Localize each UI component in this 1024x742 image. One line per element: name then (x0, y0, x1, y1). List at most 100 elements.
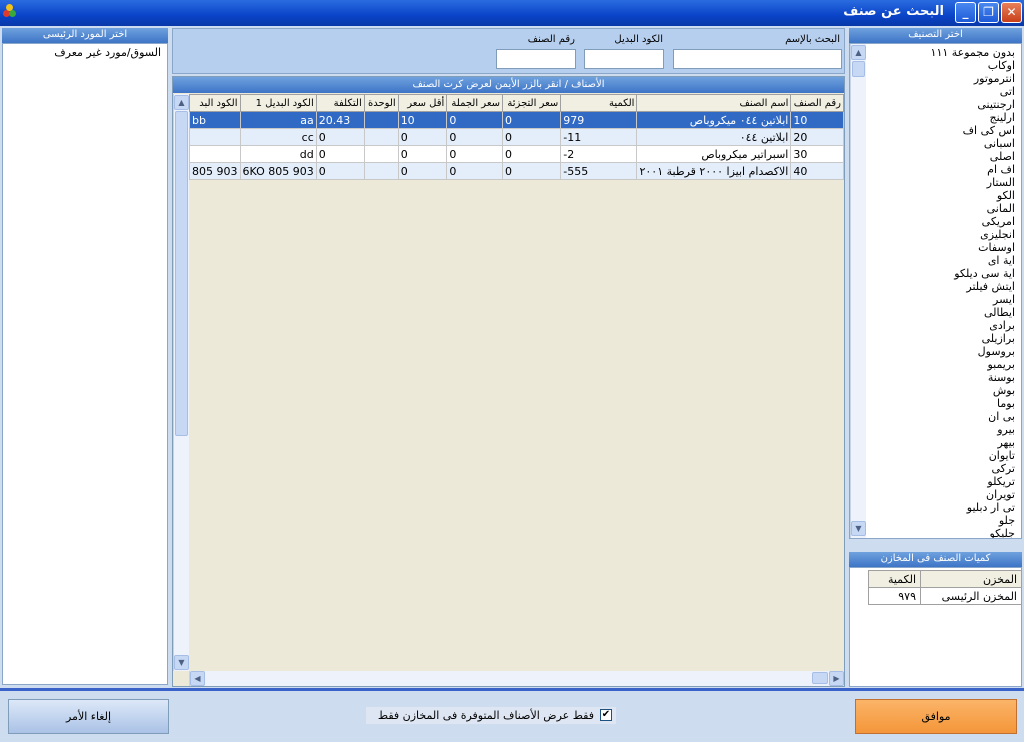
category-item[interactable]: بريمبو (866, 358, 1021, 371)
stores-col-store: المخزن (920, 570, 1022, 588)
category-item[interactable]: اف ام (866, 163, 1021, 176)
cancel-button[interactable]: إلغاء الأمر (8, 699, 169, 734)
cell-unit (363, 111, 399, 129)
category-scroll-up[interactable]: ▲ (851, 45, 866, 60)
col-cost[interactable]: التكلفة (315, 94, 365, 112)
category-item[interactable]: ارجنتينى (866, 98, 1021, 111)
category-scrollbar[interactable]: ▲ ▼ (850, 44, 866, 538)
table-row[interactable]: 805 903 6KO 805 903 0 0 0 0 -555 الاكصدام ابيزا… (189, 162, 844, 180)
category-scroll-down[interactable]: ▼ (851, 521, 866, 536)
col-item-no[interactable]: رقم الصنف (790, 94, 844, 112)
category-item[interactable]: بوما (866, 397, 1021, 410)
category-item[interactable]: اتى (866, 85, 1021, 98)
item-no-input[interactable] (496, 49, 576, 69)
stores-table-box: الكمية المخزن ٩٧٩ المخزن الرئيسى (849, 567, 1022, 687)
available-only-filter[interactable]: ✔ فقط عرض الأصناف المتوفرة فى المخازن فق… (366, 707, 616, 724)
item-no-label: رقم الصنف (527, 34, 575, 45)
table-row[interactable]: cc 0 0 0 0 -11 ابلاتين ٠٤٤ 20 (189, 128, 844, 146)
store-qty: ٩٧٩ (868, 587, 921, 605)
category-item[interactable]: اس كى اف (866, 124, 1021, 137)
bottom-bar: إلغاء الأمر ✔ فقط عرض الأصناف المتوفرة ف… (0, 688, 1024, 742)
col-wholesale[interactable]: سعر الجملة (446, 94, 504, 112)
available-only-checkbox[interactable]: ✔ (600, 709, 612, 721)
category-list[interactable]: بدون مجموعة ١١١ اوكاب انترموتور اتى ارجنتينى… (849, 43, 1022, 539)
search-name-input[interactable] (673, 49, 842, 69)
category-item[interactable]: انترموتور (866, 72, 1021, 85)
cell-qty: -555 (560, 162, 638, 180)
category-item[interactable]: برادى (866, 319, 1021, 332)
col-unit[interactable]: الوحدة (363, 94, 399, 112)
col-alt2[interactable]: الكود البد (189, 94, 241, 112)
category-item[interactable]: اية سى ديلكو (866, 267, 1021, 280)
h-scroll-thumb[interactable] (812, 672, 828, 684)
close-button[interactable]: ✕ (1001, 2, 1022, 23)
category-item[interactable]: انجليزى (866, 228, 1021, 241)
category-item[interactable]: ايتش فيلتر (866, 280, 1021, 293)
cell-cost: 20.43 (315, 111, 365, 129)
category-item[interactable]: الكو (866, 189, 1021, 202)
category-item[interactable]: بى ان (866, 410, 1021, 423)
col-retail[interactable]: سعر التجزئة (502, 94, 562, 112)
category-item[interactable]: بروسول (866, 345, 1021, 358)
search-name-label: البحث بالإسم (785, 34, 840, 45)
category-scroll-thumb[interactable] (852, 61, 865, 77)
category-item[interactable]: بوش (866, 384, 1021, 397)
category-item[interactable]: ايسر (866, 293, 1021, 306)
cell-alt2 (189, 145, 241, 163)
scroll-left-button[interactable]: ◀ (190, 671, 205, 686)
category-item[interactable]: امريكى (866, 215, 1021, 228)
stores-table: الكمية المخزن ٩٧٩ المخزن الرئيسى (868, 570, 1022, 605)
restore-button[interactable]: ❐ (978, 2, 999, 23)
category-item[interactable]: اصلى (866, 150, 1021, 163)
category-item[interactable]: بيهر (866, 436, 1021, 449)
cell-wholesale: 0 (446, 111, 504, 129)
supplier-list[interactable]: السوق/مورد غير معرف (2, 43, 168, 685)
category-item[interactable]: المانى (866, 202, 1021, 215)
alt-code-input[interactable] (584, 49, 664, 69)
category-item[interactable]: تى ار دبليو (866, 501, 1021, 514)
cell-item-no: 20 (790, 128, 844, 146)
stores-row[interactable]: ٩٧٩ المخزن الرئيسى (868, 587, 1022, 605)
grid-horizontal-scrollbar[interactable]: ◀ ▶ (189, 671, 844, 686)
stores-col-qty: الكمية (868, 570, 921, 588)
category-item[interactable]: اوسفات (866, 241, 1021, 254)
cell-wholesale: 0 (446, 145, 504, 163)
category-item[interactable]: اسبانى (866, 137, 1021, 150)
category-item[interactable]: الستار (866, 176, 1021, 189)
table-row[interactable]: dd 0 0 0 0 -2 اسبراتير ميكروباص 30 (189, 145, 844, 163)
category-item[interactable]: بدون مجموعة ١١١ (866, 46, 1021, 59)
scroll-up-button[interactable]: ▲ (174, 95, 189, 110)
cell-alt2 (189, 128, 241, 146)
grid-vertical-scrollbar[interactable]: ▲ ▼ (173, 94, 189, 671)
category-item[interactable]: تريكلو (866, 475, 1021, 488)
col-min-price[interactable]: أقل سعر (397, 94, 448, 112)
items-grid[interactable]: الأصناف / انقر بالزر الأيمن لعرض كرت الص… (172, 76, 845, 687)
table-row[interactable]: bb aa 20.43 10 0 0 979 ابلاتين ٠٤٤ ميكروباص 10 (189, 111, 844, 129)
cell-cost: 0 (315, 128, 365, 146)
scroll-right-button[interactable]: ▶ (829, 671, 844, 686)
supplier-panel-header: اختر المورد الرئيسى (2, 28, 168, 43)
items-table[interactable]: الكود البد الكود البديل 1 التكلفة الوحدة… (189, 94, 844, 180)
category-item[interactable]: تركى (866, 462, 1021, 475)
category-item[interactable]: بوسنة (866, 371, 1021, 384)
supplier-item[interactable]: السوق/مورد غير معرف (54, 46, 161, 59)
col-qty[interactable]: الكمية (560, 94, 638, 112)
scroll-thumb[interactable] (175, 111, 188, 436)
col-name[interactable]: اسم الصنف (636, 94, 792, 112)
minimize-button[interactable]: _ (955, 2, 976, 23)
category-item[interactable]: تايوان (866, 449, 1021, 462)
category-item[interactable]: بيرو (866, 423, 1021, 436)
category-item[interactable]: تويران (866, 488, 1021, 501)
category-item[interactable]: جليكو (866, 527, 1021, 538)
category-item[interactable]: جلو (866, 514, 1021, 527)
category-item[interactable]: اوكاب (866, 59, 1021, 72)
category-item[interactable]: ارلينج (866, 111, 1021, 124)
cell-alt1: dd (239, 145, 317, 163)
col-alt1[interactable]: الكود البديل 1 (239, 94, 317, 112)
category-item[interactable]: اية اى (866, 254, 1021, 267)
cell-cost: 0 (315, 162, 365, 180)
scroll-down-button[interactable]: ▼ (174, 655, 189, 670)
ok-button[interactable]: موافق (855, 699, 1017, 734)
category-item[interactable]: ايطالى (866, 306, 1021, 319)
category-item[interactable]: برازيلى (866, 332, 1021, 345)
